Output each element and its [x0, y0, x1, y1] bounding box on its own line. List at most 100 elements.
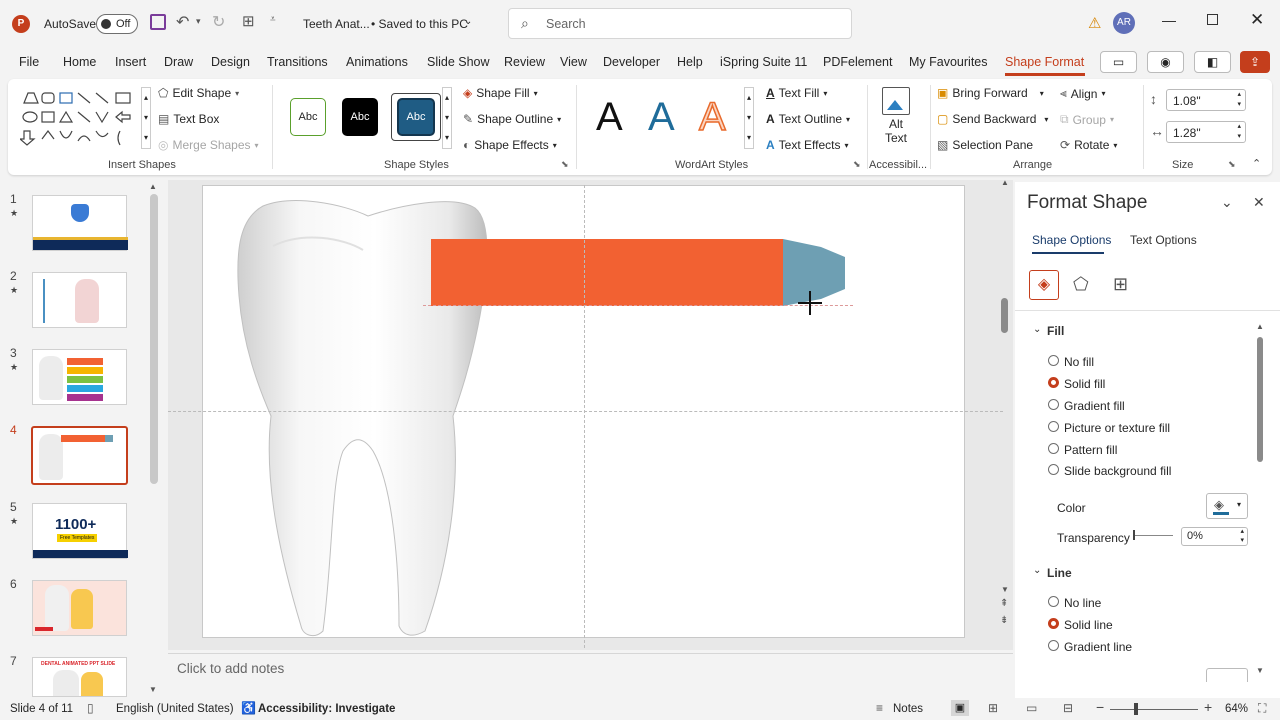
slide-thumbnail-1[interactable] — [32, 195, 128, 251]
tab-help[interactable]: Help — [677, 55, 703, 69]
text-outline-button[interactable]: A Text Outline ▾ — [766, 112, 850, 126]
tab-transitions[interactable]: Transitions — [267, 55, 328, 69]
canvas-scrollbar[interactable] — [1001, 298, 1008, 333]
undo-dropdown-icon[interactable]: ▾ — [196, 16, 201, 27]
picture-fill-radio[interactable] — [1048, 421, 1059, 432]
send-backward-button[interactable]: ▢ Send Backward ▾ — [937, 112, 1048, 126]
gradient-fill-label[interactable]: Gradient fill — [1064, 399, 1125, 413]
no-line-label[interactable]: No line — [1064, 596, 1101, 610]
share-button[interactable]: ⇪ — [1240, 51, 1270, 73]
selection-pane-button[interactable]: ▧ Selection Pane — [937, 138, 1033, 152]
solid-fill-radio[interactable] — [1048, 377, 1059, 388]
spelling-check-icon[interactable]: ▯ — [87, 701, 94, 715]
shape-outline-button[interactable]: ✎ Shape Outline ▾ — [463, 112, 561, 126]
merge-shapes-button[interactable]: ◎ Merge Shapes ▾ — [158, 138, 259, 152]
canvas-scroll-down-icon[interactable]: ▼ — [1001, 585, 1009, 594]
style-preset-3[interactable]: Abc — [391, 93, 441, 141]
text-fill-button[interactable]: A Text Fill ▾ — [766, 86, 827, 100]
tab-draw[interactable]: Draw — [164, 55, 193, 69]
comments-button[interactable]: ▭ — [1100, 51, 1137, 73]
tab-slide-show[interactable]: Slide Show — [427, 55, 490, 69]
height-stepper[interactable]: ▴ ▾ — [1237, 90, 1241, 110]
solid-line-label[interactable]: Solid line — [1064, 618, 1113, 632]
tab-developer[interactable]: Developer — [603, 55, 660, 69]
style-preset-2[interactable]: Abc — [342, 98, 378, 136]
notes-pane[interactable]: Click to add notes — [168, 653, 1013, 683]
zoom-level[interactable]: 64% — [1225, 703, 1248, 715]
wordart-orange[interactable]: A — [698, 94, 726, 140]
rotate-button[interactable]: ⟳ Rotate ▾ — [1060, 138, 1117, 152]
autosave-toggle[interactable]: Off — [96, 14, 138, 34]
normal-view-icon[interactable]: ▣ — [951, 700, 969, 716]
wordart-gallery[interactable]: A A A — [582, 89, 744, 147]
wordart-launcher-icon[interactable]: ⬊ — [853, 159, 861, 170]
present-icon[interactable]: ⊞ — [242, 12, 255, 30]
tab-animations[interactable]: Animations — [346, 55, 408, 69]
zoom-slider-thumb[interactable] — [1134, 703, 1138, 715]
tab-ispring[interactable]: iSpring Suite 11 — [720, 55, 807, 69]
no-line-radio[interactable] — [1048, 596, 1059, 607]
slide-thumbnail-7[interactable]: DENTAL ANIMATED PPT SLIDE — [32, 657, 127, 697]
tab-my-favourites[interactable]: My Favourites — [909, 55, 988, 69]
style-preset-1[interactable]: Abc — [290, 98, 326, 136]
shape-styles-scroll[interactable]: ▴ ▾ ▾ — [442, 87, 452, 149]
thumbnail-scroll-up-icon[interactable]: ▲ — [149, 182, 157, 191]
tab-shape-options[interactable]: Shape Options — [1032, 233, 1111, 247]
tab-shape-format[interactable]: Shape Format — [1005, 55, 1084, 69]
shape-styles-launcher-icon[interactable]: ⬊ — [561, 159, 569, 170]
solid-line-radio[interactable] — [1048, 618, 1059, 629]
minimize-icon[interactable]: — — [1162, 12, 1176, 28]
tab-home[interactable]: Home — [63, 55, 96, 69]
slide-thumbnail-2[interactable] — [32, 272, 127, 328]
transparency-field[interactable]: 0% ▴ ▾ — [1181, 527, 1248, 546]
thumbnail-scroll-down-icon[interactable]: ▼ — [149, 685, 157, 694]
size-launcher-icon[interactable]: ⬊ — [1228, 159, 1236, 170]
next-slide-icon[interactable]: ⇟ — [1000, 615, 1008, 626]
document-title[interactable]: Teeth Anat... — [303, 17, 370, 31]
shape-effects-button[interactable]: ◐ Shape Effects ▾ — [463, 138, 557, 152]
picture-fill-label[interactable]: Picture or texture fill — [1064, 421, 1170, 435]
height-field[interactable]: 1.08" ▴ ▾ — [1166, 89, 1246, 111]
tab-file[interactable]: File — [19, 55, 39, 69]
customize-toolbar-icon[interactable]: ⩡ — [270, 14, 276, 25]
slide-thumbnail-3[interactable] — [32, 349, 127, 405]
collapse-ribbon-icon[interactable]: ⌃ — [1252, 157, 1261, 170]
effects-tab-icon[interactable]: ⬠ — [1073, 274, 1089, 295]
slide-sorter-icon[interactable]: ⊞ — [988, 701, 998, 715]
no-fill-label[interactable]: No fill — [1064, 355, 1094, 369]
fill-header[interactable]: Fill — [1047, 324, 1064, 338]
zoom-out-icon[interactable]: − — [1096, 699, 1104, 715]
slide-background-fill-radio[interactable] — [1048, 464, 1059, 475]
zoom-in-icon[interactable]: + — [1204, 699, 1212, 715]
pattern-fill-label[interactable]: Pattern fill — [1064, 443, 1117, 457]
gradient-fill-radio[interactable] — [1048, 399, 1059, 410]
accessibility-status[interactable]: Accessibility: Investigate — [258, 703, 395, 715]
pane-scroll-down-icon[interactable]: ▼ — [1256, 666, 1264, 675]
search-box[interactable]: ⌕ Search — [508, 8, 852, 39]
fill-collapse-icon[interactable]: ⌄ — [1033, 324, 1041, 335]
wordart-black[interactable]: A — [596, 95, 623, 140]
alt-text-button[interactable]: Alt Text — [874, 85, 918, 151]
wordart-scroll[interactable]: ▴ ▾ ▾ — [744, 87, 754, 149]
pane-scroll-up-icon[interactable]: ▲ — [1256, 322, 1264, 331]
notes-toggle[interactable]: Notes — [893, 703, 923, 715]
slideshow-icon[interactable]: ⊟ — [1063, 701, 1073, 715]
redo-icon[interactable]: ↻ — [212, 12, 225, 32]
warning-icon[interactable]: ⚠ — [1088, 14, 1101, 32]
bring-forward-button[interactable]: ▣ Bring Forward ▾ — [937, 86, 1044, 100]
shapes-gallery-scroll[interactable]: ▴ ▾ ▾ — [141, 87, 151, 149]
shape-fill-button[interactable]: ◈ Shape Fill ▾ — [463, 86, 538, 100]
slide-thumbnail-5[interactable]: 1100+ Free Templates — [32, 503, 128, 559]
avatar[interactable]: AR — [1113, 12, 1135, 34]
thumbnail-scrollbar[interactable] — [150, 194, 158, 484]
tab-review[interactable]: Review — [504, 55, 545, 69]
align-button[interactable]: ⫷ Align ▾ — [1060, 86, 1105, 101]
maximize-icon[interactable] — [1207, 14, 1218, 25]
orange-bar-shape[interactable] — [431, 239, 783, 306]
line-collapse-icon[interactable]: ⌄ — [1033, 565, 1041, 576]
line-color-picker[interactable] — [1206, 668, 1248, 682]
close-window-icon[interactable]: ✕ — [1250, 10, 1264, 30]
pane-scrollbar[interactable] — [1257, 337, 1263, 462]
save-icon[interactable] — [150, 14, 166, 30]
slide-thumbnail-6[interactable] — [32, 580, 127, 636]
